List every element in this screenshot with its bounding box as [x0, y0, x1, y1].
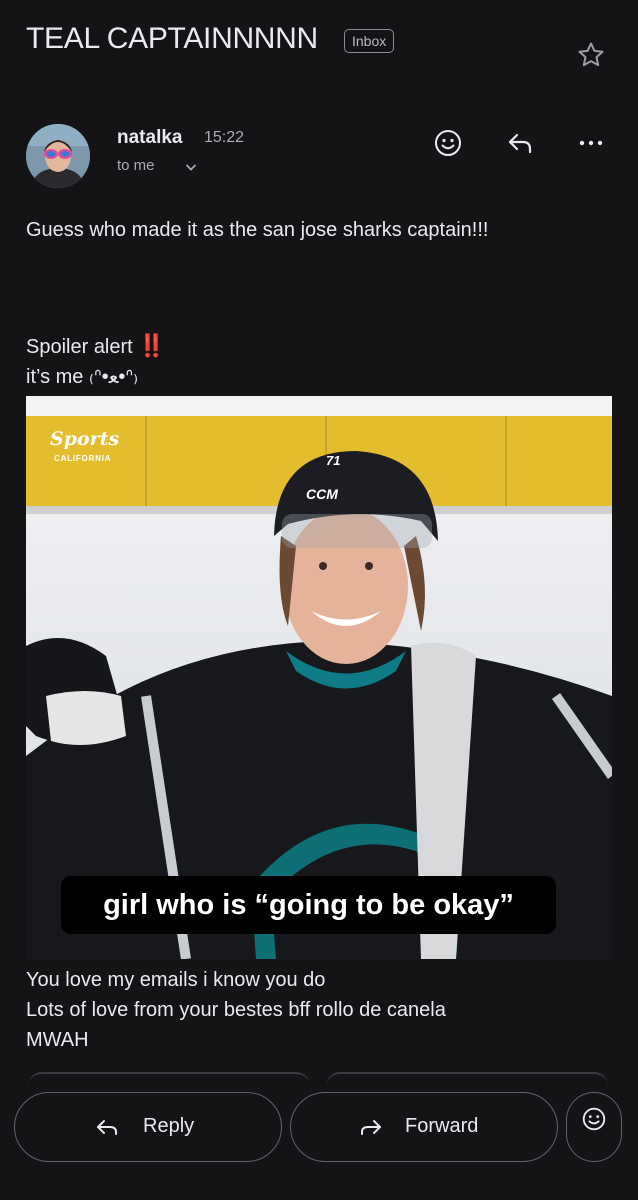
embedded-image[interactable]	[26, 396, 612, 959]
emoji-react-icon[interactable]	[433, 128, 463, 158]
suggestion-chip-edge	[28, 1072, 310, 1086]
star-icon[interactable]	[576, 40, 606, 70]
body-line-3: it’s me ₍ᐢ•ﻌ•ᐢ₎	[26, 366, 139, 388]
body-line-5: Lots of love from your bestes bff rollo …	[26, 999, 446, 1021]
nbc-sports-logo: Sports	[50, 428, 120, 450]
emoji-react-button[interactable]	[566, 1092, 622, 1162]
body-line-1: Guess who made it as the san jose sharks…	[26, 219, 489, 241]
hockey-player-photo	[26, 396, 612, 959]
double-exclamation-icon: ‼️	[138, 333, 166, 358]
chevron-down-icon[interactable]	[184, 162, 198, 174]
forward-icon	[361, 1120, 381, 1135]
helmet-brand: CCM	[306, 486, 338, 502]
nbc-sports-logo-subtext: CALIFORNIA	[54, 454, 112, 463]
avatar-image	[26, 124, 90, 188]
reply-button[interactable]: Reply	[14, 1092, 282, 1162]
image-caption: girl who is “going to be okay”	[61, 876, 556, 934]
forward-button[interactable]: Forward	[290, 1092, 558, 1162]
reply-icon	[97, 1120, 117, 1135]
avatar[interactable]	[26, 124, 90, 188]
reply-button-label: Reply	[143, 1115, 195, 1137]
subject-row: TEAL CAPTAINNNNN Inbox	[26, 20, 612, 67]
recipient-text[interactable]: to me	[117, 157, 155, 174]
sender-name[interactable]: natalka	[117, 127, 182, 149]
body-line-4: You love my emails i know you do	[26, 969, 326, 991]
sent-time: 15:22	[204, 129, 245, 146]
emoji-react-icon	[582, 1107, 606, 1131]
inbox-label-badge[interactable]: Inbox	[344, 29, 395, 53]
reply-icon[interactable]	[505, 128, 535, 158]
more-icon[interactable]	[576, 128, 606, 158]
suggestion-chip-edge	[326, 1072, 608, 1086]
email-subject: TEAL CAPTAINNNNN	[26, 22, 318, 55]
spoiler-text: Spoiler alert	[26, 336, 133, 358]
helmet-number: 71	[326, 453, 341, 468]
body-line-6: MWAH	[26, 1029, 89, 1051]
forward-button-label: Forward	[405, 1115, 479, 1137]
body-line-2: Spoiler alert ‼️	[26, 333, 166, 360]
